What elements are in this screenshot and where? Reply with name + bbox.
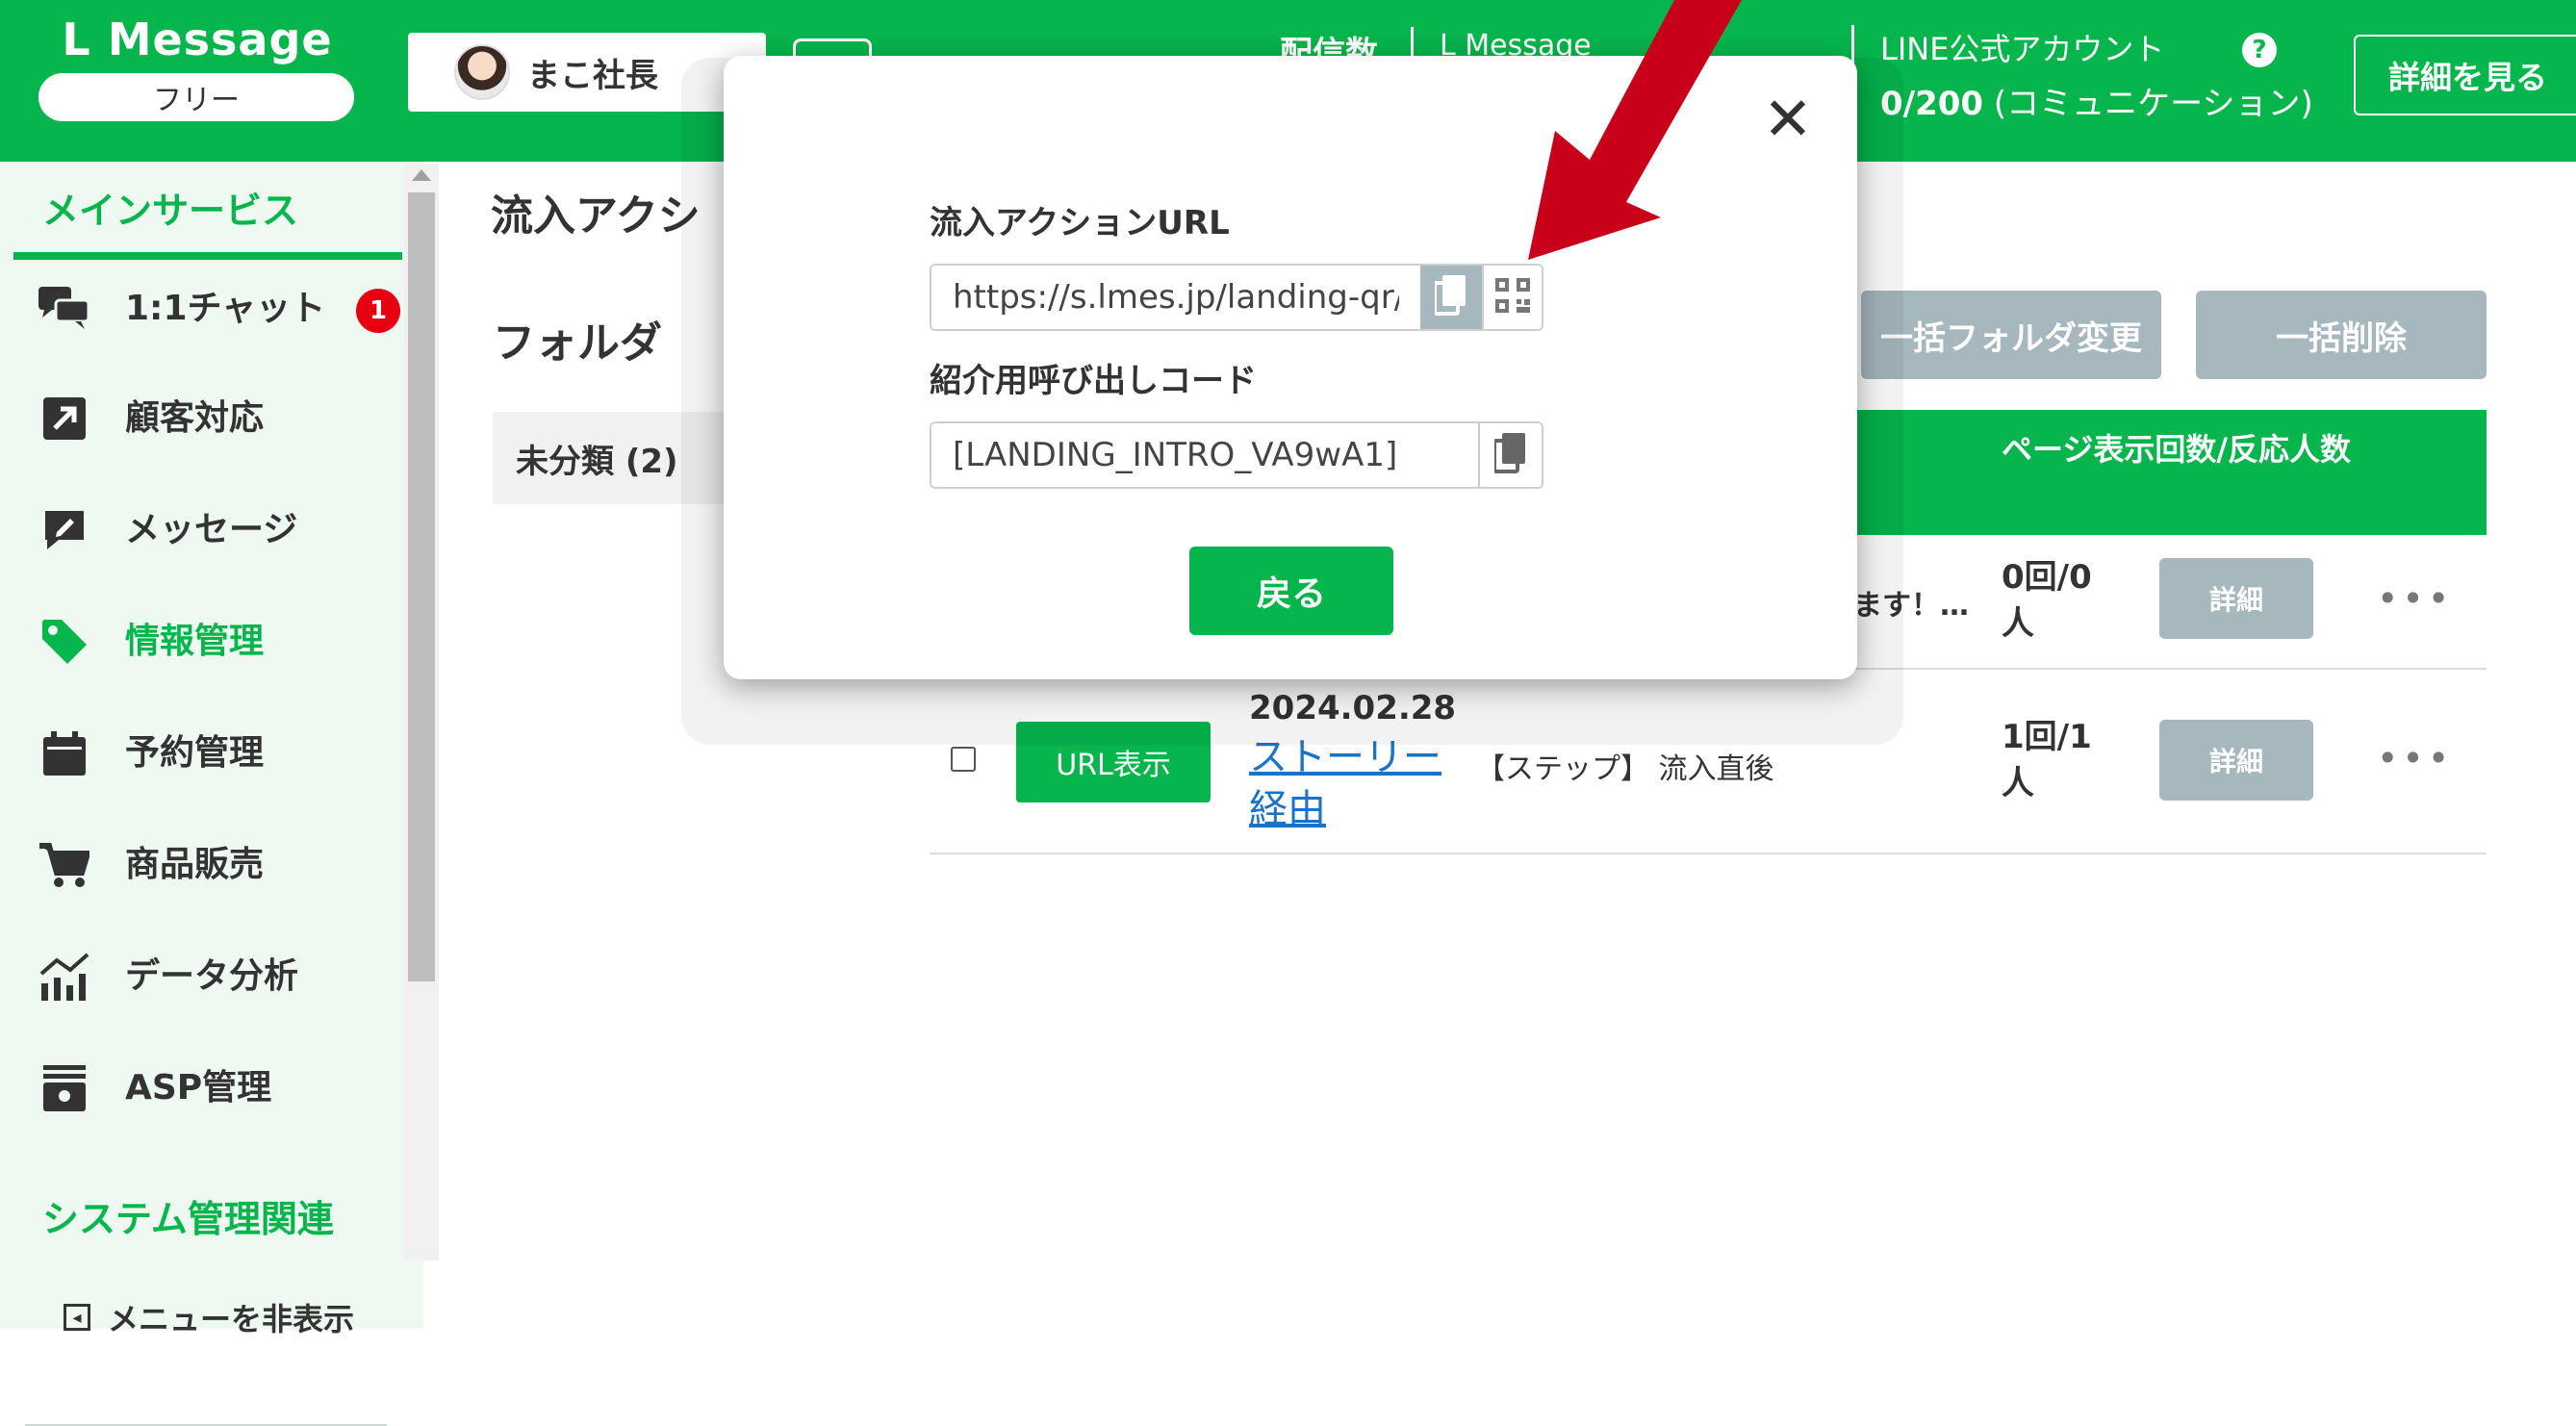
avatar bbox=[454, 44, 510, 100]
sidebar-item-customer-support[interactable]: 顧客対応 bbox=[38, 375, 385, 462]
code-field bbox=[930, 421, 1543, 489]
intro-code-input[interactable] bbox=[931, 423, 1478, 487]
sidebar-item-info-management[interactable]: 情報管理 bbox=[38, 598, 385, 685]
view-details-button[interactable]: 詳細を見る bbox=[2354, 35, 2576, 115]
bulk-folder-change-button[interactable]: 一括フォルダ変更 bbox=[1861, 291, 2161, 379]
chat-icon bbox=[38, 283, 90, 335]
sidebar-item-data-analysis[interactable]: データ分析 bbox=[38, 933, 385, 1020]
sidebar-item-label: 予約管理 bbox=[125, 733, 265, 773]
more-options-icon[interactable]: ••• bbox=[2377, 577, 2453, 620]
calendar-icon bbox=[38, 727, 90, 779]
row-divider bbox=[930, 853, 2487, 854]
url-input[interactable] bbox=[931, 266, 1420, 329]
sidebar-item-asp[interactable]: ASP管理 bbox=[38, 1045, 385, 1132]
account-name: まこ社長 bbox=[527, 56, 658, 95]
unread-badge: 1 bbox=[356, 289, 400, 333]
asp-box-icon bbox=[38, 1062, 90, 1114]
copy-icon bbox=[1433, 275, 1467, 319]
sidebar-item-reservation[interactable]: 予約管理 bbox=[38, 710, 385, 797]
row-views: 0回/0人 bbox=[2002, 558, 2092, 643]
sidebar-item-label: 顧客対応 bbox=[125, 398, 265, 438]
more-options-icon[interactable]: ••• bbox=[2377, 737, 2453, 779]
hide-menu-button[interactable]: ◂ メニューを非表示 bbox=[64, 1295, 354, 1339]
row-trigger: 【ステップ】 流入直後 bbox=[1476, 752, 1774, 786]
copy-url-button[interactable] bbox=[1420, 266, 1482, 329]
tag-icon bbox=[38, 616, 90, 668]
bulk-delete-button[interactable]: 一括削除 bbox=[2196, 291, 2487, 379]
sidebar-item-label: メッセージ bbox=[125, 510, 298, 549]
external-link-icon bbox=[38, 393, 90, 445]
url-field-label: 流入アクションURL bbox=[930, 204, 1230, 242]
sidebar: メインサービス 1:1チャット 顧客対応 メッセージ 情報管理 予約管理 商品販… bbox=[0, 162, 423, 1426]
copy-icon bbox=[1492, 433, 1527, 477]
back-button[interactable]: 戻る bbox=[1189, 547, 1393, 635]
sidebar-item-label: 商品販売 bbox=[125, 845, 265, 884]
column-header-views: ページ表示回数/反応人数 bbox=[2002, 431, 2352, 468]
hide-menu-label: メニューを非表示 bbox=[108, 1301, 355, 1337]
plan-badge: フリー bbox=[38, 73, 354, 121]
red-arrow-annotation bbox=[1528, 0, 1742, 260]
sidebar-item-sales[interactable]: 商品販売 bbox=[38, 822, 385, 908]
copy-code-button[interactable] bbox=[1478, 423, 1542, 487]
edit-message-icon bbox=[38, 504, 90, 556]
sidebar-item-label: 情報管理 bbox=[125, 622, 265, 661]
row-detail-button[interactable]: 詳細 bbox=[2159, 720, 2313, 801]
sidebar-item-label: ASP管理 bbox=[125, 1068, 272, 1108]
code-field-label: 紹介用呼び出しコード bbox=[930, 362, 1257, 400]
row-checkbox[interactable] bbox=[951, 747, 976, 772]
scroll-up-icon[interactable] bbox=[412, 169, 431, 181]
row-name-link[interactable]: ストーリー経由 bbox=[1249, 731, 1441, 835]
collapse-icon: ◂ bbox=[64, 1304, 90, 1331]
chart-icon bbox=[38, 951, 90, 1003]
help-icon[interactable]: ? bbox=[2242, 33, 2277, 67]
line-count-type: (コミュニケーション) bbox=[1993, 85, 2313, 123]
brand-logo[interactable]: L Message bbox=[38, 13, 356, 65]
sidebar-item-message[interactable]: メッセージ bbox=[38, 487, 385, 573]
cart-icon bbox=[38, 839, 90, 891]
row-detail-button[interactable]: 詳細 bbox=[2159, 558, 2313, 639]
row-views: 1回/1人 bbox=[2002, 718, 2092, 802]
scrollbar-thumb[interactable] bbox=[408, 192, 435, 981]
sidebar-item-label: 1:1チャット bbox=[125, 289, 326, 328]
logo-area: L Message フリー bbox=[38, 13, 366, 121]
line-message-count: 0/200 (コミュニケーション) bbox=[1880, 77, 2313, 124]
sidebar-section-main: メインサービス bbox=[42, 190, 299, 232]
sidebar-item-chat[interactable]: 1:1チャット bbox=[38, 266, 385, 352]
url-field bbox=[930, 264, 1543, 331]
close-icon[interactable]: ✕ bbox=[1759, 89, 1817, 149]
sidebar-item-label: データ分析 bbox=[125, 956, 299, 996]
page-title: 流入アクシ bbox=[491, 191, 701, 241]
sidebar-section-system: システム管理関連 bbox=[42, 1198, 334, 1240]
section-underline bbox=[13, 252, 402, 260]
line-account-label: LINE公式アカウント bbox=[1880, 31, 2165, 67]
folder-heading: フォルダ bbox=[493, 318, 662, 368]
